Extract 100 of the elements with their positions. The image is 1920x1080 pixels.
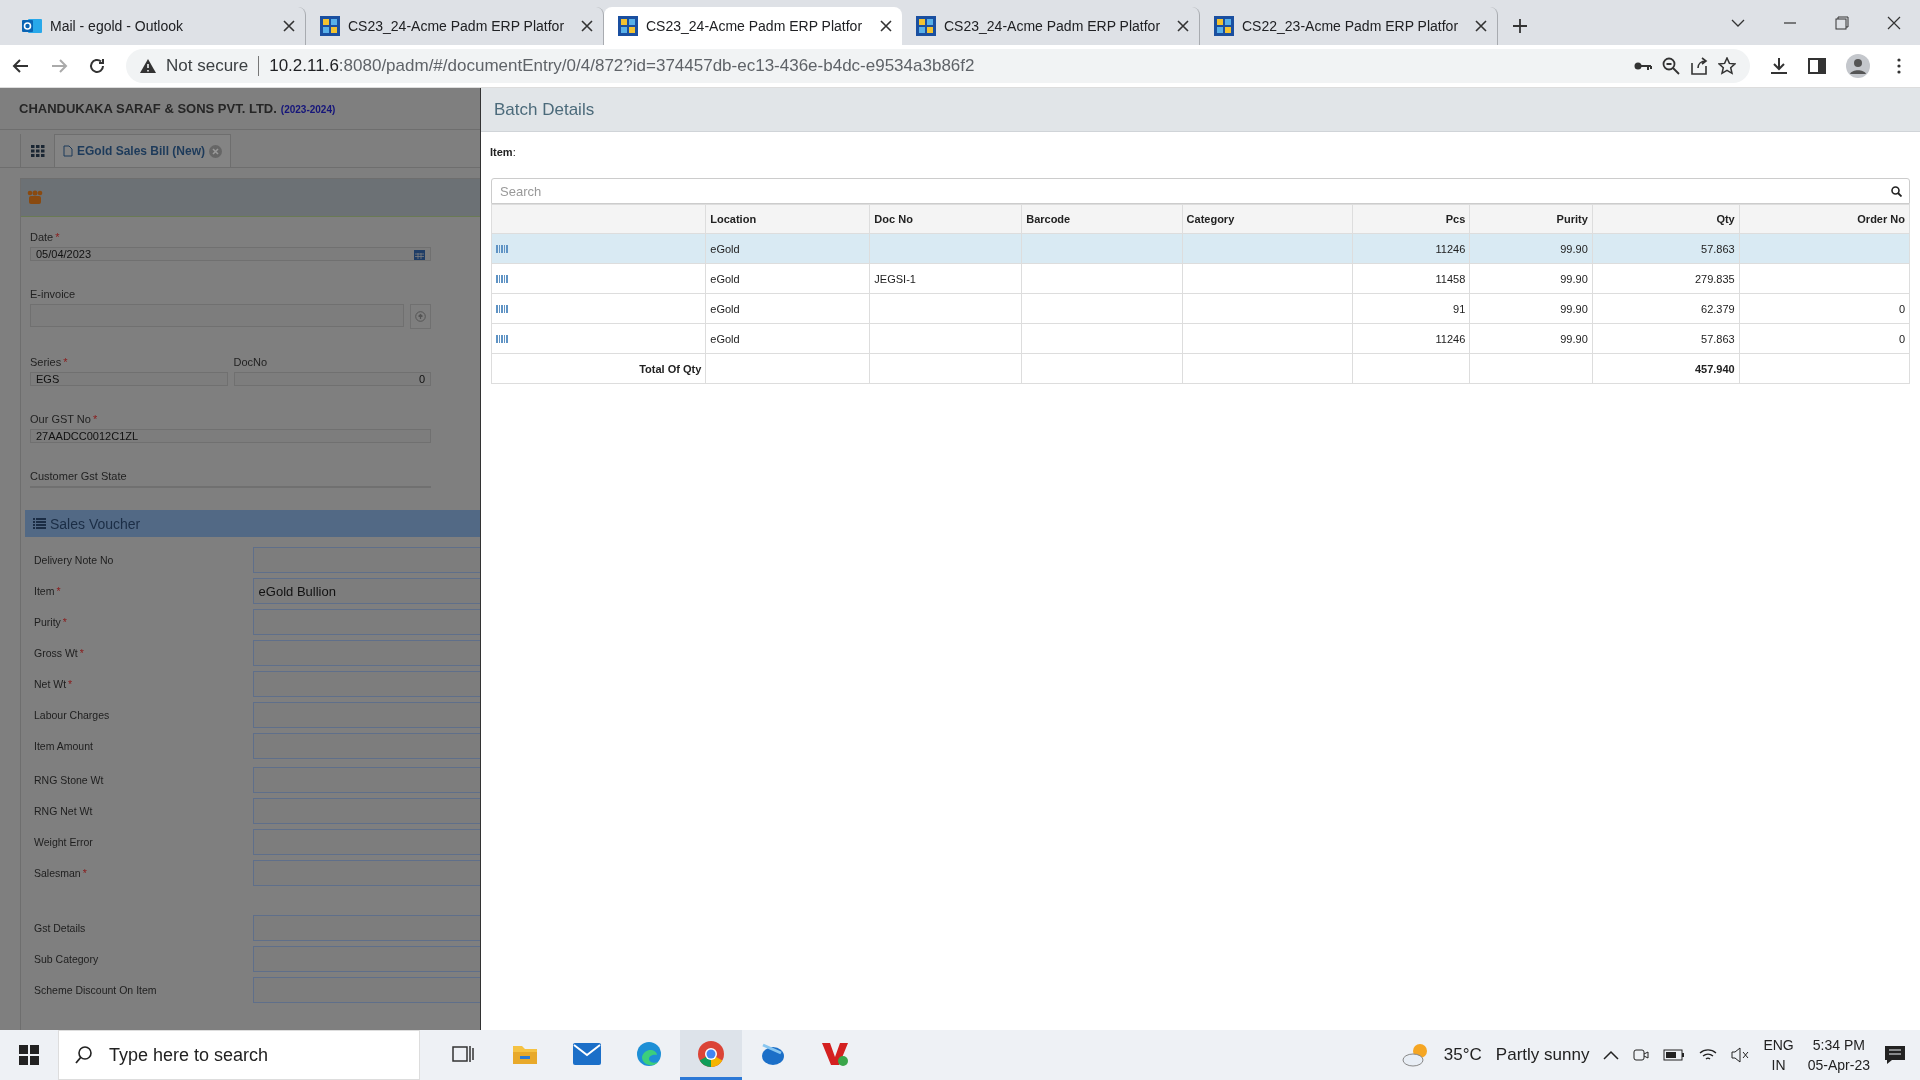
windows-icon	[19, 1045, 39, 1065]
notification-icon[interactable]	[1884, 1045, 1906, 1065]
clock-time[interactable]: 5:34 PM	[1812, 1035, 1865, 1055]
column-header: Purity	[1469, 204, 1593, 234]
input-field[interactable]	[252, 702, 480, 728]
table-row[interactable]: eGold 11246 99.90 57.863 0	[491, 323, 1910, 354]
close-icon[interactable]	[880, 20, 892, 32]
weather-text: Partly sunny	[1495, 1045, 1590, 1065]
input-field[interactable]	[252, 798, 480, 824]
new-tab-icon[interactable]	[1512, 18, 1528, 34]
close-icon[interactable]	[581, 20, 593, 32]
zoom-out-icon[interactable]	[1662, 57, 1680, 75]
mail-app-icon	[22, 17, 42, 35]
chevron-up-icon[interactable]	[1603, 1050, 1620, 1060]
task-view-icon[interactable]	[452, 1043, 474, 1064]
table-row[interactable]: eGold 11246 99.90 57.863	[491, 233, 1910, 264]
download-icon[interactable]	[1770, 57, 1788, 75]
input-field[interactable]	[252, 977, 480, 1003]
security-label[interactable]: Not secure	[166, 56, 260, 76]
table-row[interactable]: eGold 91 99.90 62.379 0	[491, 293, 1910, 324]
column-header: Barcode	[1021, 204, 1183, 234]
weather-sun-cloud-icon	[1401, 1042, 1430, 1068]
input-field[interactable]	[252, 547, 480, 573]
field-label: Gross Wt *	[34, 647, 85, 659]
region-text[interactable]: IN	[1771, 1055, 1786, 1075]
share-icon[interactable]	[1690, 57, 1708, 75]
warning-icon	[140, 59, 156, 73]
table-cell: eGold	[710, 242, 740, 255]
input-field[interactable]: 27AADCC0012C1ZL	[30, 429, 431, 443]
input-field[interactable]	[252, 671, 480, 697]
chrome-icon[interactable]	[697, 1039, 725, 1068]
clock-date[interactable]: 05-Apr-23	[1807, 1055, 1870, 1075]
company-name: CHANDUKAKA SARAF & SONS PVT. LTD. (2023-2024)	[19, 101, 336, 116]
table-cell: 11246	[1435, 332, 1466, 345]
field-label: Purity *	[34, 616, 68, 628]
table-cell: 57.863	[1701, 332, 1735, 345]
barcode-icon	[496, 334, 508, 343]
key-icon[interactable]	[1634, 61, 1652, 71]
field-label: Delivery Note No	[34, 554, 115, 566]
field-label: Series *	[30, 356, 69, 368]
column-header: Category	[1182, 204, 1353, 234]
date-field[interactable]: 05/04/2023	[30, 247, 431, 261]
battery-icon[interactable]	[1663, 1049, 1686, 1061]
input-field[interactable]	[252, 640, 480, 666]
field-label: RNG Net Wt	[34, 805, 94, 817]
restore-icon[interactable]	[1835, 15, 1849, 30]
table-cell: 57.863	[1701, 242, 1735, 255]
language-text[interactable]: ENG	[1763, 1035, 1794, 1055]
total-label: Total Of Qty	[639, 362, 702, 375]
speaker-muted-icon[interactable]	[1731, 1047, 1750, 1063]
table-cell: 99.90	[1560, 272, 1588, 285]
search-icon[interactable]	[1891, 186, 1902, 197]
close-icon[interactable]	[1177, 20, 1189, 32]
calendar-icon[interactable]	[414, 248, 425, 260]
taskbar-search-field[interactable]: Type here to search	[58, 1030, 420, 1080]
table-row[interactable]: eGold JEGSI-1 11458 99.90 279.835	[491, 263, 1910, 294]
reload-icon[interactable]	[88, 57, 106, 75]
back-arrow-icon[interactable]	[12, 57, 30, 75]
side-panel-icon[interactable]	[1808, 57, 1826, 75]
app-logo-icon	[320, 16, 340, 36]
input-field[interactable]: EGS	[30, 372, 228, 386]
mail-icon[interactable]	[573, 1042, 601, 1065]
close-icon[interactable]	[1475, 20, 1487, 32]
input-field[interactable]	[252, 609, 480, 635]
address-bar[interactable]: Not secure 10.2.11.6:8080/padm/#/documentEntry/0/4/872?id=374457db-ec13-436e-b4dc-e9534a3b86f2	[126, 49, 1750, 83]
input-field[interactable]	[252, 733, 480, 759]
grid-icon	[30, 144, 45, 157]
input-field[interactable]	[252, 829, 480, 855]
field-label: DocNo	[233, 356, 269, 368]
table-cell: eGold	[710, 302, 740, 315]
table-cell: 91	[1453, 302, 1466, 315]
field-label: E-invoice	[30, 288, 77, 300]
search-field[interactable]: Search	[491, 178, 1910, 204]
column-header: Location	[705, 204, 870, 234]
star-icon[interactable]	[1718, 57, 1736, 75]
browser-icon[interactable]	[636, 1040, 662, 1067]
input-field[interactable]: 0	[233, 372, 431, 386]
field-label: Date *	[30, 231, 61, 243]
taskbar-app[interactable]	[680, 1030, 742, 1080]
people-icon	[27, 190, 43, 205]
column-header: Order No	[1739, 204, 1910, 234]
input-field[interactable]	[252, 860, 480, 886]
close-icon[interactable]	[283, 20, 295, 32]
meet-icon[interactable]	[1633, 1047, 1650, 1063]
table-cell: 62.379	[1701, 302, 1735, 315]
input-field[interactable]: eGold Bullion	[252, 578, 480, 604]
app-icon[interactable]	[821, 1040, 849, 1067]
input-field[interactable]	[252, 915, 480, 941]
input-field[interactable]	[252, 946, 480, 972]
document-icon	[63, 145, 73, 157]
browser-tab[interactable]: CS23_24-Acme Padm ERP Platfor	[604, 7, 902, 45]
input-field[interactable]	[252, 767, 480, 793]
field-label: RNG Stone Wt	[34, 774, 105, 786]
close-icon[interactable]	[1887, 15, 1901, 30]
barcode-icon	[496, 274, 508, 283]
table-cell: 99.90	[1560, 332, 1588, 345]
barcode-icon	[496, 304, 508, 313]
column-header: Qty	[1592, 204, 1740, 234]
profile-avatar-icon[interactable]	[1846, 54, 1870, 78]
table-cell: 11458	[1435, 272, 1466, 285]
